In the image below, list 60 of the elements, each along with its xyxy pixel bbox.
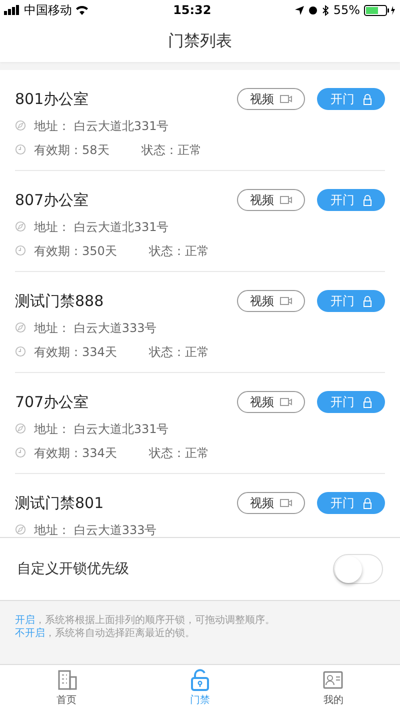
padlock-icon [362, 94, 372, 105]
validity-text: 有效期：58天 [34, 142, 110, 158]
id-card-icon [322, 668, 344, 690]
validity-text: 有效期：350天 [34, 242, 117, 260]
door-name: 707办公室 [15, 392, 89, 413]
video-button[interactable]: 视频 [237, 189, 305, 212]
video-button[interactable]: 视频 [237, 88, 305, 110]
hint-text: 不开启，系统将自动选择距离最近的锁。 [15, 627, 196, 640]
wifi-icon [75, 5, 89, 15]
signal-icon [4, 5, 21, 15]
padlock-icon [362, 296, 372, 307]
video-button[interactable]: 视频 [237, 290, 305, 312]
hint-text: 开启，系统将根据上面排列的顺序开锁，可拖动调整顺序。 [15, 614, 276, 627]
video-button[interactable]: 视频 [237, 492, 305, 514]
compass-icon [15, 322, 26, 333]
status-text: 状态：正常 [148, 444, 209, 462]
video-camera-icon [280, 499, 292, 508]
compass-icon [15, 120, 26, 131]
address-text: 地址： 白云大道北331号 [34, 218, 169, 236]
validity-text: 有效期：334天 [34, 344, 117, 360]
door-name: 测试门禁801 [15, 493, 104, 514]
clock-icon [15, 144, 26, 155]
clock-icon [15, 346, 26, 357]
battery-percent: 55% [333, 2, 360, 19]
battery-icon [364, 4, 396, 16]
door-name: 测试门禁888 [15, 291, 104, 312]
video-camera-icon [280, 95, 292, 104]
video-button[interactable]: 视频 [237, 391, 305, 414]
compass-icon [15, 524, 26, 535]
tab-item[interactable]: 我的 [266, 665, 400, 711]
bluetooth-icon [322, 4, 330, 16]
padlock-icon [362, 396, 372, 408]
address-text: 地址： 白云大道333号 [34, 522, 157, 537]
video-camera-icon [280, 398, 292, 406]
address-text: 地址： 白云大道333号 [34, 320, 157, 336]
building-icon [56, 668, 78, 690]
padlock-icon [362, 498, 372, 509]
padlock-icon [188, 668, 211, 690]
door-name: 801办公室 [15, 89, 89, 110]
compass-icon [15, 221, 26, 232]
compass-icon [15, 423, 26, 434]
clock-icon [15, 245, 26, 256]
status-text: 状态：正常 [141, 142, 202, 158]
address-text: 地址： 白云大道北331号 [34, 420, 169, 438]
tab-item[interactable]: 首页 [0, 665, 134, 711]
address-text: 地址： 白云大道北331号 [34, 118, 169, 134]
status-text: 状态：正常 [148, 344, 209, 360]
toggle-switch[interactable] [333, 554, 383, 584]
padlock-icon [362, 194, 372, 206]
location-icon [295, 6, 304, 14]
clock-icon [15, 447, 26, 458]
video-camera-icon [280, 196, 292, 204]
setting-label: 自定义开锁优先级 [17, 560, 129, 578]
status-text: 状态：正常 [148, 242, 209, 260]
page-title: 门禁列表 [168, 30, 232, 52]
door-name: 807办公室 [15, 190, 89, 211]
clock-time: 15:32 [173, 2, 212, 19]
validity-text: 有效期：334天 [34, 444, 117, 462]
video-camera-icon [280, 297, 292, 306]
carrier-name: 中国移动 [24, 2, 72, 19]
